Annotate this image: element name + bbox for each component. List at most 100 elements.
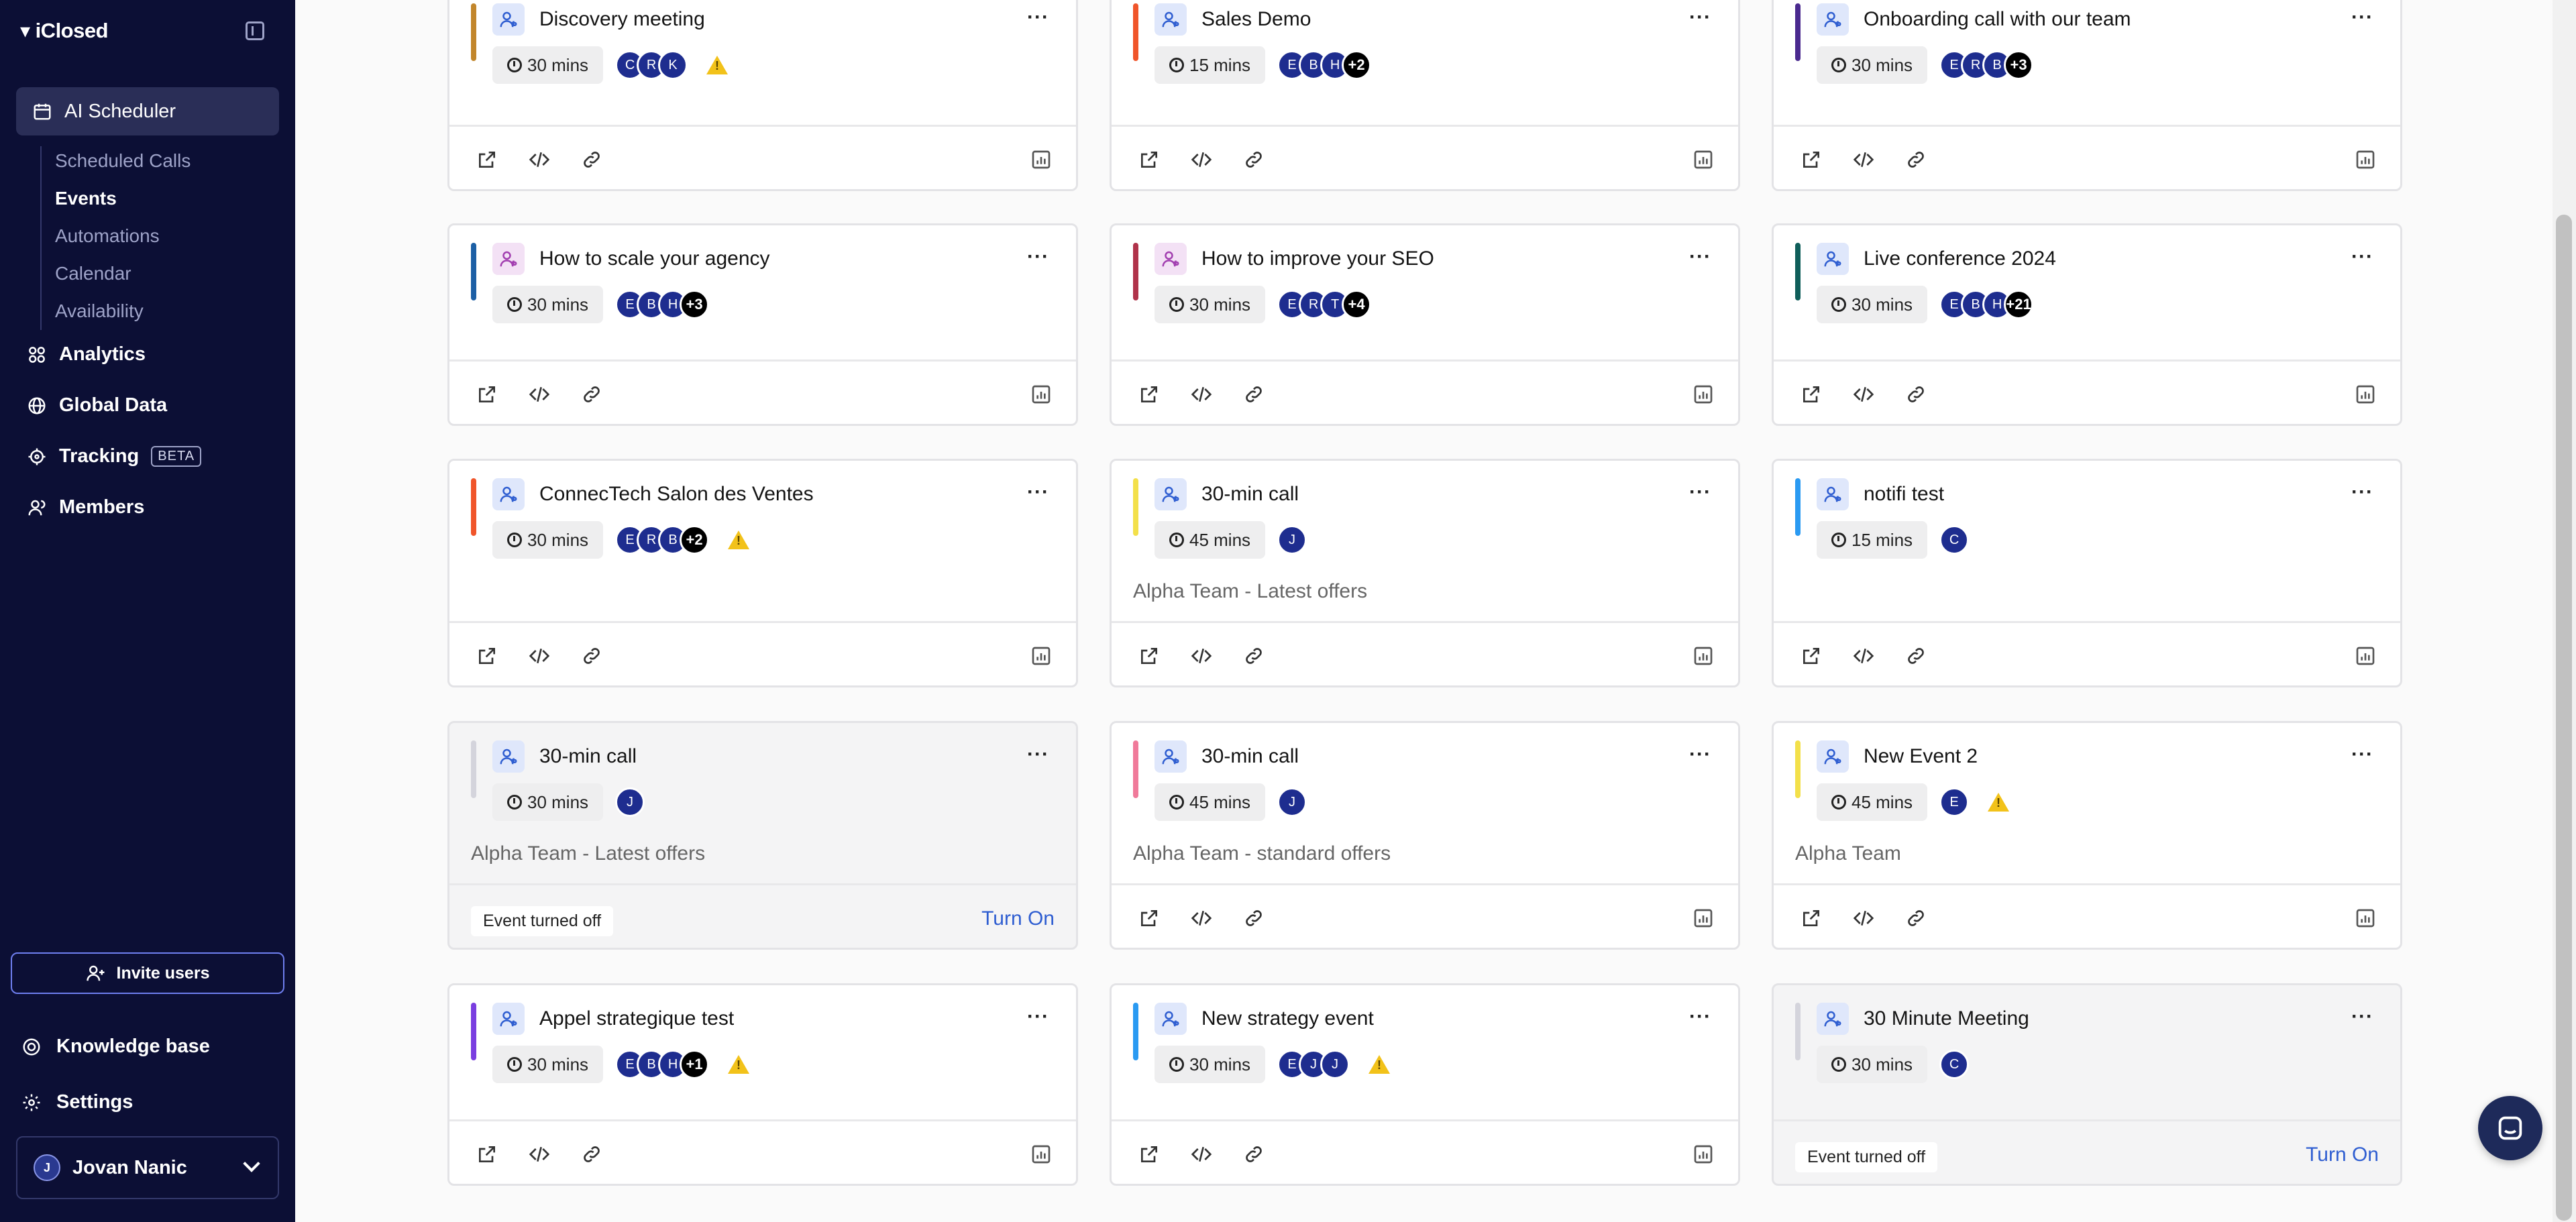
- embed-code-icon[interactable]: [529, 1144, 550, 1165]
- warning-icon[interactable]: [1368, 1055, 1391, 1074]
- more-options-icon[interactable]: ···: [1689, 247, 1711, 267]
- sidebar-subitem-automations[interactable]: Automations: [55, 225, 160, 247]
- event-card[interactable]: ConnecTech Salon des Ventes ··· 30 mins …: [447, 459, 1078, 687]
- event-title[interactable]: ConnecTech Salon des Ventes: [539, 483, 814, 506]
- event-title[interactable]: Appel strategique test: [539, 1007, 734, 1030]
- more-options-icon[interactable]: ···: [1689, 482, 1711, 502]
- open-external-icon[interactable]: [1801, 149, 1822, 170]
- more-options-icon[interactable]: ···: [1689, 7, 1711, 27]
- embed-code-icon[interactable]: [529, 384, 550, 405]
- turn-on-button[interactable]: Turn On: [981, 907, 1055, 930]
- embed-code-icon[interactable]: [1853, 645, 1874, 667]
- open-external-icon[interactable]: [476, 149, 498, 170]
- warning-icon[interactable]: [1988, 793, 2010, 812]
- copy-link-icon[interactable]: [581, 384, 602, 405]
- stats-icon[interactable]: [2355, 907, 2376, 929]
- brand-logo[interactable]: ▾ iClosed: [20, 19, 109, 43]
- invite-users-button[interactable]: Invite users: [11, 952, 284, 994]
- stats-icon[interactable]: [1693, 149, 1714, 170]
- copy-link-icon[interactable]: [1905, 907, 1927, 929]
- embed-code-icon[interactable]: [1853, 907, 1874, 929]
- event-card[interactable]: New Event 2 ··· 45 mins E Alpha Team: [1772, 721, 2402, 950]
- stats-icon[interactable]: [1693, 1144, 1714, 1165]
- more-attendees-badge[interactable]: +2: [1342, 50, 1372, 80]
- open-external-icon[interactable]: [476, 384, 498, 405]
- stats-icon[interactable]: [1030, 645, 1052, 667]
- stats-icon[interactable]: [1693, 384, 1714, 405]
- more-options-icon[interactable]: ···: [1689, 744, 1711, 765]
- more-options-icon[interactable]: ···: [1027, 482, 1049, 502]
- more-attendees-badge[interactable]: +3: [2004, 50, 2034, 80]
- sidebar-item-ai-scheduler[interactable]: AI Scheduler: [16, 87, 279, 135]
- stats-icon[interactable]: [1693, 907, 1714, 929]
- more-options-icon[interactable]: ···: [2351, 482, 2373, 502]
- sidebar-item-global-data[interactable]: Global Data: [27, 394, 167, 416]
- copy-link-icon[interactable]: [1905, 149, 1927, 170]
- more-options-icon[interactable]: ···: [1027, 744, 1049, 765]
- event-card[interactable]: Sales Demo ··· 15 mins E B H +2: [1110, 0, 1740, 191]
- open-external-icon[interactable]: [1801, 645, 1822, 667]
- copy-link-icon[interactable]: [1243, 1144, 1265, 1165]
- warning-icon[interactable]: [728, 531, 750, 549]
- open-external-icon[interactable]: [1138, 907, 1160, 929]
- more-attendees-badge[interactable]: +4: [1342, 290, 1372, 319]
- sidebar-subitem-availability[interactable]: Availability: [55, 300, 144, 322]
- copy-link-icon[interactable]: [581, 149, 602, 170]
- event-card[interactable]: Appel strategique test ··· 30 mins E B H +1: [447, 983, 1078, 1186]
- stats-icon[interactable]: [2355, 645, 2376, 667]
- open-external-icon[interactable]: [1801, 907, 1822, 929]
- event-title[interactable]: 30-min call: [1201, 745, 1299, 768]
- copy-link-icon[interactable]: [1243, 907, 1265, 929]
- open-external-icon[interactable]: [1138, 384, 1160, 405]
- more-options-icon[interactable]: ···: [1027, 247, 1049, 267]
- embed-code-icon[interactable]: [1191, 384, 1212, 405]
- embed-code-icon[interactable]: [1191, 149, 1212, 170]
- event-title[interactable]: 30-min call: [539, 745, 637, 768]
- chat-support-button[interactable]: [2478, 1096, 2542, 1160]
- open-external-icon[interactable]: [476, 1144, 498, 1165]
- embed-code-icon[interactable]: [1191, 907, 1212, 929]
- event-title[interactable]: Discovery meeting: [539, 8, 705, 31]
- open-external-icon[interactable]: [1138, 1144, 1160, 1165]
- more-attendees-badge[interactable]: +1: [680, 1050, 710, 1079]
- sidebar-item-knowledge-base[interactable]: Knowledge base: [21, 1036, 210, 1058]
- copy-link-icon[interactable]: [1243, 384, 1265, 405]
- open-external-icon[interactable]: [1801, 384, 1822, 405]
- event-card[interactable]: 30-min call ··· 45 mins J Alpha Team - s…: [1110, 721, 1740, 950]
- event-card[interactable]: 30 Minute Meeting ··· 30 mins C Event tu…: [1772, 983, 2402, 1186]
- stats-icon[interactable]: [1030, 384, 1052, 405]
- embed-code-icon[interactable]: [529, 645, 550, 667]
- embed-code-icon[interactable]: [529, 149, 550, 170]
- more-options-icon[interactable]: ···: [2351, 744, 2373, 765]
- sidebar-item-members[interactable]: Members: [27, 496, 144, 518]
- event-card[interactable]: 30-min call ··· 45 mins J Alpha Team - L…: [1110, 459, 1740, 687]
- sidebar-item-settings[interactable]: Settings: [21, 1091, 133, 1113]
- event-title[interactable]: 30-min call: [1201, 483, 1299, 506]
- sidebar-subitem-scheduled-calls[interactable]: Scheduled Calls: [55, 150, 191, 172]
- stats-icon[interactable]: [1030, 1144, 1052, 1165]
- more-options-icon[interactable]: ···: [2351, 1007, 2373, 1027]
- event-card[interactable]: notifi test ··· 15 mins C: [1772, 459, 2402, 687]
- user-menu[interactable]: J Jovan Nanic: [16, 1136, 279, 1199]
- event-card[interactable]: Onboarding call with our team ··· 30 min…: [1772, 0, 2402, 191]
- stats-icon[interactable]: [2355, 384, 2376, 405]
- event-title[interactable]: How to scale your agency: [539, 247, 770, 270]
- more-attendees-badge[interactable]: +3: [680, 290, 710, 319]
- more-options-icon[interactable]: ···: [2351, 7, 2373, 27]
- open-external-icon[interactable]: [1138, 149, 1160, 170]
- embed-code-icon[interactable]: [1191, 1144, 1212, 1165]
- event-title[interactable]: New strategy event: [1201, 1007, 1374, 1030]
- more-options-icon[interactable]: ···: [1689, 1007, 1711, 1027]
- warning-icon[interactable]: [728, 1055, 750, 1074]
- stats-icon[interactable]: [1693, 645, 1714, 667]
- event-card[interactable]: How to scale your agency ··· 30 mins EBH…: [447, 223, 1078, 426]
- more-options-icon[interactable]: ···: [1027, 7, 1049, 27]
- copy-link-icon[interactable]: [1905, 384, 1927, 405]
- scrollbar-thumb[interactable]: [2556, 215, 2572, 1221]
- event-title[interactable]: Sales Demo: [1201, 8, 1311, 31]
- sidebar-subitem-calendar[interactable]: Calendar: [55, 263, 131, 284]
- turn-on-button[interactable]: Turn On: [2306, 1144, 2379, 1166]
- more-options-icon[interactable]: ···: [1027, 1007, 1049, 1027]
- embed-code-icon[interactable]: [1853, 384, 1874, 405]
- sidebar-collapse-icon[interactable]: [246, 21, 264, 40]
